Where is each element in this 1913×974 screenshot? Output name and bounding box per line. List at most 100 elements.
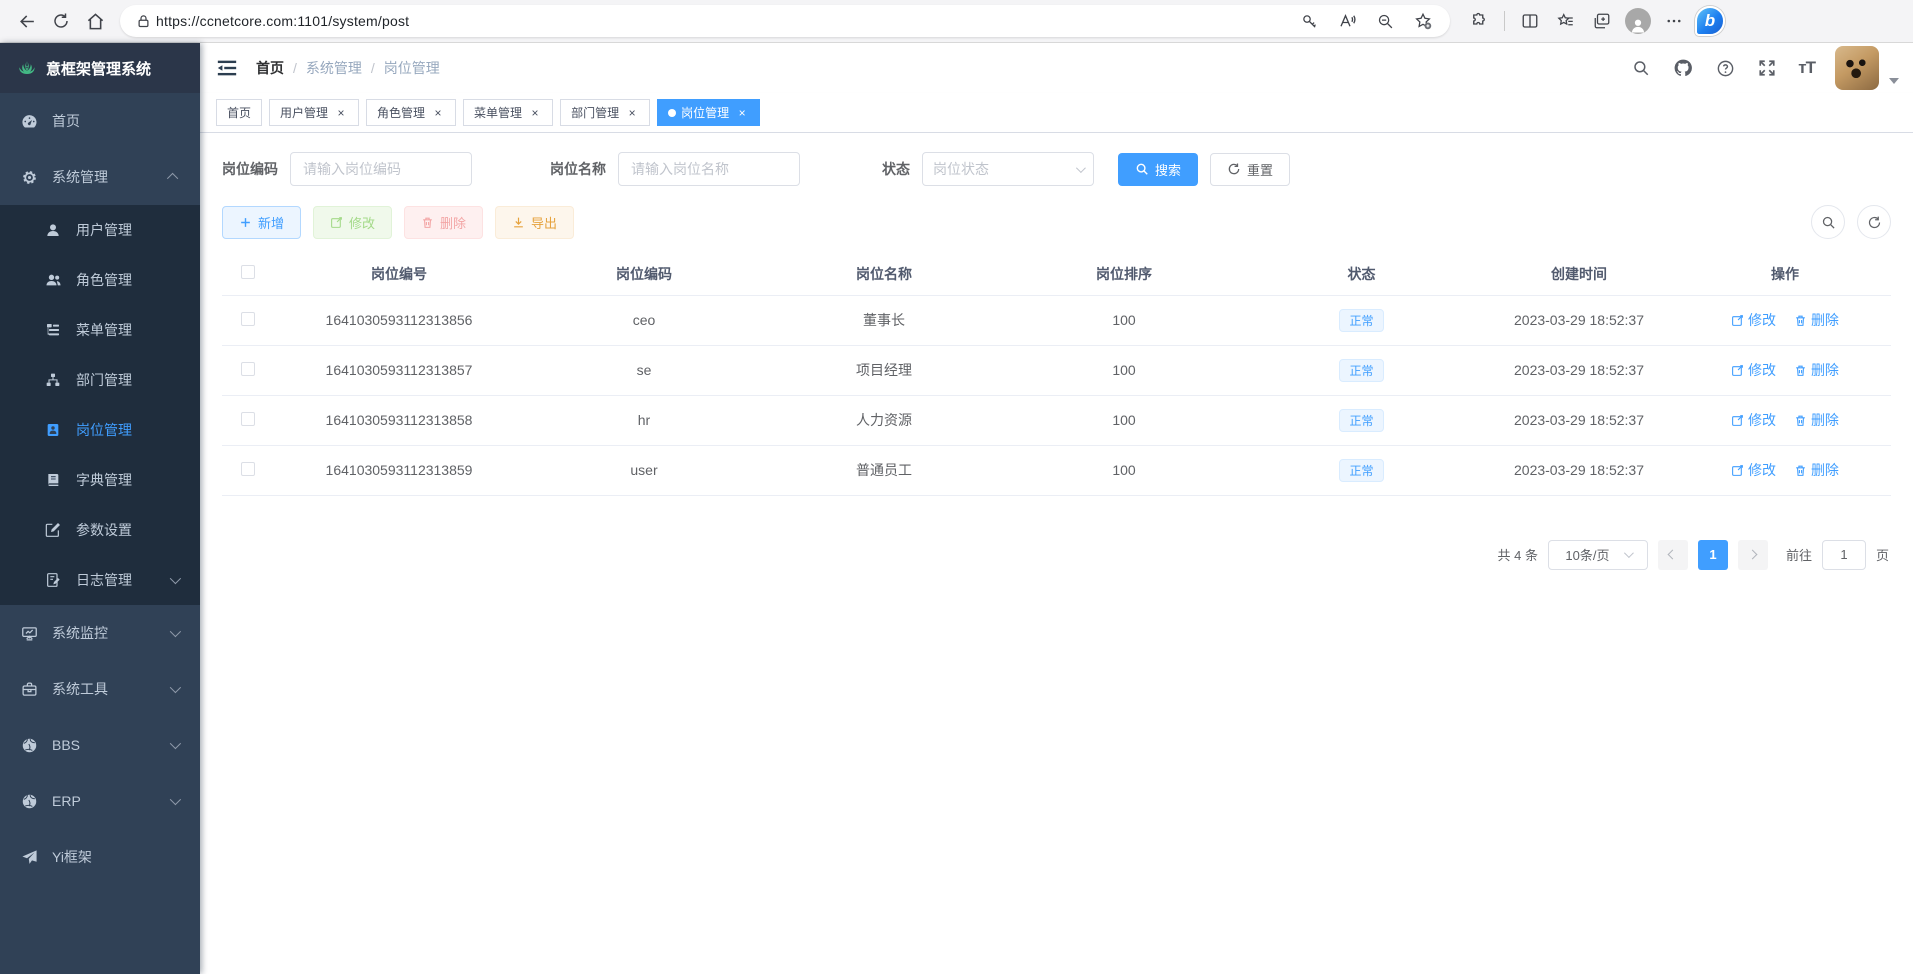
row-checkbox[interactable] (241, 412, 255, 426)
sidebar-item-system[interactable]: 系统管理 (0, 149, 200, 205)
table-row[interactable]: 1641030593112313859 user 普通员工 100 正常 202… (222, 445, 1891, 495)
refresh-table-button[interactable] (1857, 205, 1891, 239)
toolbar-divider (1504, 11, 1505, 31)
prev-page-button[interactable] (1658, 540, 1688, 570)
search-button[interactable]: 搜索 (1118, 153, 1198, 186)
url-text[interactable]: https://ccnetcore.com:1101/system/post (156, 13, 1292, 29)
favorites-icon[interactable] (1549, 4, 1583, 38)
user-avatar[interactable] (1835, 46, 1879, 90)
browser-settings-menu-icon[interactable] (1657, 4, 1691, 38)
fullscreen-icon[interactable] (1756, 57, 1778, 79)
page-size-value: 10条/页 (1565, 545, 1609, 564)
row-edit-label: 修改 (1748, 460, 1776, 480)
app-logo[interactable]: 意框架管理系统 (0, 43, 200, 93)
pagination-total: 共 4 条 (1498, 545, 1538, 564)
row-edit-link[interactable]: 修改 (1731, 360, 1776, 380)
cell-post-name: 普通员工 (764, 445, 1004, 495)
browser-refresh-button[interactable] (44, 4, 78, 38)
zoom-out-icon[interactable] (1368, 4, 1402, 38)
row-delete-link[interactable]: 删除 (1794, 360, 1839, 380)
sidebar-item-yi[interactable]: Yi框架 (0, 829, 200, 885)
cell-post-id: 1641030593112313856 (274, 295, 524, 345)
tab-close-icon[interactable] (735, 106, 749, 120)
tab-role[interactable]: 角色管理 (366, 99, 456, 126)
tab-close-icon[interactable] (528, 106, 542, 120)
address-bar[interactable]: https://ccnetcore.com:1101/system/post (120, 5, 1450, 37)
sidebar-item-post[interactable]: 岗位管理 (0, 405, 200, 455)
edit-button[interactable]: 修改 (313, 206, 392, 239)
sidebar-item-bbs[interactable]: BBS (0, 717, 200, 773)
row-checkbox[interactable] (241, 462, 255, 476)
row-checkbox[interactable] (241, 362, 255, 376)
tab-menu[interactable]: 菜单管理 (463, 99, 553, 126)
browser-back-button[interactable] (10, 4, 44, 38)
bing-chat-icon[interactable]: b (1693, 4, 1727, 38)
extensions-icon[interactable] (1462, 4, 1496, 38)
goto-page-input[interactable] (1822, 540, 1866, 570)
row-delete-link[interactable]: 删除 (1794, 310, 1839, 330)
page-size-select[interactable]: 10条/页 (1548, 540, 1648, 570)
sidebar-item-dict[interactable]: 字典管理 (0, 455, 200, 505)
sidebar-item-tool[interactable]: 系统工具 (0, 661, 200, 717)
select-all-checkbox[interactable] (241, 265, 255, 279)
sidebar-item-monitor[interactable]: 系统监控 (0, 605, 200, 661)
tab-close-icon[interactable] (334, 106, 348, 120)
row-delete-link[interactable]: 删除 (1794, 410, 1839, 430)
site-permissions-lock-icon[interactable] (130, 4, 156, 38)
font-size-icon[interactable]: тT (1798, 58, 1815, 78)
row-checkbox[interactable] (241, 312, 255, 326)
tab-dept[interactable]: 部门管理 (560, 99, 650, 126)
tab-close-icon[interactable] (625, 106, 639, 120)
password-key-icon[interactable] (1292, 4, 1326, 38)
row-edit-link[interactable]: 修改 (1731, 410, 1776, 430)
sidebar-collapse-icon[interactable] (216, 57, 238, 79)
page-number-1[interactable]: 1 (1698, 540, 1728, 570)
row-edit-link[interactable]: 修改 (1731, 310, 1776, 330)
sidebar-item-menu[interactable]: 菜单管理 (0, 305, 200, 355)
toggle-search-button[interactable] (1811, 205, 1845, 239)
tab-close-icon[interactable] (431, 106, 445, 120)
read-aloud-icon[interactable] (1330, 4, 1364, 38)
sidebar-item-dept[interactable]: 部门管理 (0, 355, 200, 405)
table-row[interactable]: 1641030593112313857 se 项目经理 100 正常 2023-… (222, 345, 1891, 395)
sidebar-item-user[interactable]: 用户管理 (0, 205, 200, 255)
export-button[interactable]: 导出 (495, 206, 574, 239)
row-edit-link[interactable]: 修改 (1731, 460, 1776, 480)
tab-user[interactable]: 用户管理 (269, 99, 359, 126)
sidebar-item-home[interactable]: 首页 (0, 93, 200, 149)
sidebar-item-config[interactable]: 参数设置 (0, 505, 200, 555)
tab-label: 部门管理 (571, 104, 619, 121)
cell-created-time: 2023-03-29 18:52:37 (1479, 445, 1679, 495)
sidebar-item-log[interactable]: 日志管理 (0, 555, 200, 605)
reset-button[interactable]: 重置 (1210, 153, 1290, 186)
add-button[interactable]: 新增 (222, 206, 301, 239)
user-menu-caret-icon[interactable] (1889, 78, 1899, 84)
table-row[interactable]: 1641030593112313856 ceo 董事长 100 正常 2023-… (222, 295, 1891, 345)
breadcrumb-home[interactable]: 首页 (256, 58, 284, 78)
col-header-actions: 操作 (1679, 253, 1891, 295)
table-row[interactable]: 1641030593112313858 hr 人力资源 100 正常 2023-… (222, 395, 1891, 445)
post-name-input[interactable] (618, 152, 800, 186)
browser-profile-avatar[interactable] (1621, 4, 1655, 38)
help-icon[interactable] (1714, 57, 1736, 79)
tab-post[interactable]: 岗位管理 (657, 99, 760, 126)
row-delete-link[interactable]: 删除 (1794, 460, 1839, 480)
monitor-icon (20, 624, 38, 642)
paper-plane-icon (20, 848, 38, 866)
header-search-icon[interactable] (1630, 57, 1652, 79)
tab-home[interactable]: 首页 (216, 99, 262, 126)
add-favorite-icon[interactable] (1406, 4, 1440, 38)
post-code-input[interactable] (290, 152, 472, 186)
delete-button[interactable]: 删除 (404, 206, 483, 239)
edit-icon (1731, 364, 1744, 377)
next-page-button[interactable] (1738, 540, 1768, 570)
sidebar-item-label: 部门管理 (76, 370, 200, 390)
github-icon[interactable] (1672, 57, 1694, 79)
sidebar-item-role[interactable]: 角色管理 (0, 255, 200, 305)
split-screen-icon[interactable] (1513, 4, 1547, 38)
collections-icon[interactable] (1585, 4, 1619, 38)
status-select[interactable]: 岗位状态 (922, 152, 1094, 186)
browser-home-button[interactable] (78, 4, 112, 38)
sidebar-item-erp[interactable]: ERP (0, 773, 200, 829)
page-content: 岗位编码 岗位名称 状态 岗位状态 搜索 (200, 133, 1913, 974)
